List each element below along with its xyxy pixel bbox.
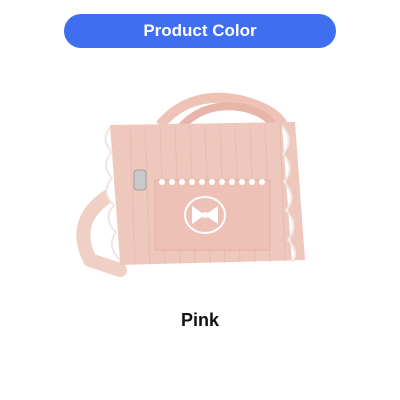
product-color-header: Product Color xyxy=(64,14,336,48)
pink-pet-carrier-bag-icon xyxy=(76,92,305,277)
product-color-title: Product Color xyxy=(143,21,257,40)
product-color-name: Pink xyxy=(180,310,219,330)
product-image xyxy=(40,70,360,300)
